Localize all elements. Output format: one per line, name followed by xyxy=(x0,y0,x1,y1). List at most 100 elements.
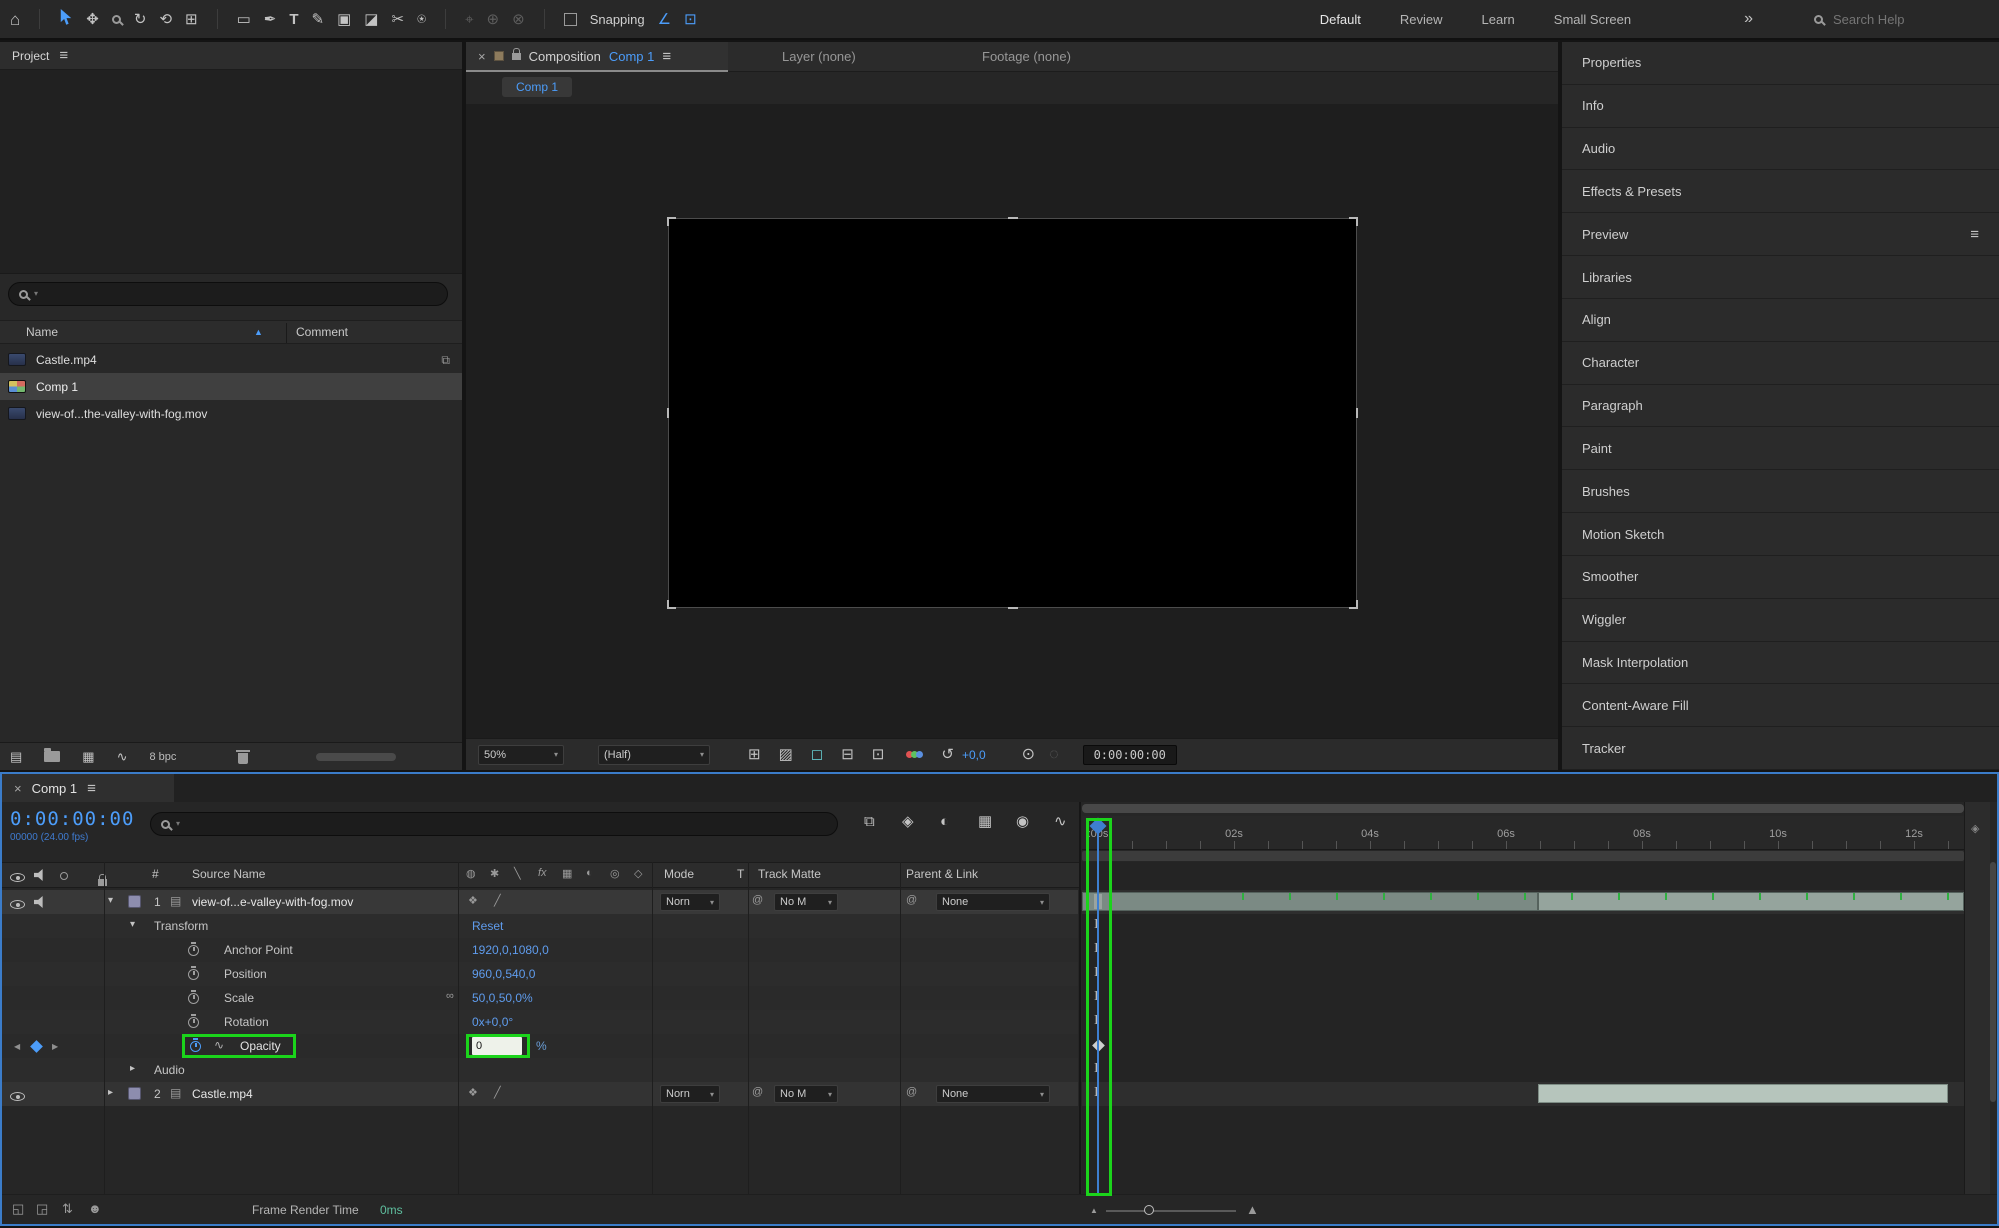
expression-graph-icon[interactable]: ∿ xyxy=(214,1039,224,1051)
pixel-aspect-correction-icon[interactable]: ⊡ xyxy=(872,747,885,762)
column-t[interactable]: T xyxy=(737,867,744,881)
project-search-box[interactable]: ▾ xyxy=(8,282,448,306)
stopwatch-icon[interactable] xyxy=(188,993,199,1004)
panel-tab-preview[interactable]: Preview≡ xyxy=(1562,213,1999,256)
workspace-tab-review[interactable]: Review xyxy=(1400,12,1443,27)
footage-tab[interactable]: Footage (none) xyxy=(982,49,1071,64)
timeline-zoom-handle[interactable] xyxy=(1144,1205,1154,1215)
column-parent-link[interactable]: Parent & Link xyxy=(906,867,978,881)
panel-tab-paragraph[interactable]: Paragraph xyxy=(1562,385,1999,428)
layer-expand-caret-icon[interactable]: ▾ xyxy=(108,896,113,906)
comp-handle[interactable] xyxy=(667,600,669,609)
group-expand-caret-icon[interactable]: ▾ xyxy=(130,920,135,930)
timeline-navigator-bar[interactable] xyxy=(1082,804,1964,813)
parent-pickwhip-icon[interactable]: @ xyxy=(906,895,917,906)
stopwatch-icon[interactable] xyxy=(188,1017,199,1028)
panel-tab-content-aware-fill[interactable]: Content-Aware Fill xyxy=(1562,684,1999,727)
stopwatch-icon[interactable] xyxy=(188,969,199,980)
panel-tab-properties[interactable]: Properties xyxy=(1562,42,1999,85)
panel-tab-paint[interactable]: Paint xyxy=(1562,427,1999,470)
panel-tab-effects-presets[interactable]: Effects & Presets xyxy=(1562,170,1999,213)
close-tab-icon[interactable]: × xyxy=(478,50,486,63)
puppet-pin-tool-icon[interactable]: ⍟ xyxy=(417,12,426,27)
timeline-search-box[interactable]: ▾ xyxy=(150,812,838,836)
region-of-interest-icon[interactable]: ⊟ xyxy=(841,747,854,762)
stopwatch-icon[interactable] xyxy=(188,945,199,956)
panel-tab-audio[interactable]: Audio xyxy=(1562,128,1999,171)
timeline-zoom-in-icon[interactable]: ▲ xyxy=(1246,1202,1259,1217)
close-tab-icon[interactable]: × xyxy=(14,782,22,795)
composition-tab[interactable]: × Composition Comp 1 ≡ xyxy=(466,42,728,72)
collapse-transformations-toggle-icon[interactable]: ❖ xyxy=(468,896,478,907)
snap-beyond-edges-icon[interactable]: ∠ xyxy=(658,12,671,27)
add-keyframe-icon[interactable] xyxy=(30,1040,43,1053)
timeline-zoom-out-icon[interactable]: ▲ xyxy=(1090,1206,1098,1215)
scale-value[interactable]: 50,0,50,0% xyxy=(472,991,533,1005)
zoom-tool-icon[interactable] xyxy=(112,15,121,24)
track-matte-dropdown[interactable]: No M▾ xyxy=(774,893,838,911)
timeline-tab-comp1[interactable]: × Comp 1 ≡ xyxy=(2,774,174,802)
rotation-label[interactable]: Rotation xyxy=(224,1015,269,1029)
project-panel-tab[interactable]: Project ≡ xyxy=(0,42,462,70)
scale-label[interactable]: Scale xyxy=(224,991,254,1005)
current-time-display[interactable]: 0:00:00:00 xyxy=(10,808,134,830)
comp-chip[interactable]: Comp 1 xyxy=(502,77,572,97)
layer-visibility-icon[interactable] xyxy=(10,900,25,909)
panel-menu-icon[interactable]: ≡ xyxy=(1970,227,1979,242)
viewer-canvas[interactable] xyxy=(466,104,1558,738)
snap-collapsed-comps-icon[interactable]: ⊡ xyxy=(684,12,697,27)
scale-row[interactable]: Scale ∞ 50,0,50,0% xyxy=(2,986,1078,1010)
project-column-header[interactable]: Name ▲ Comment xyxy=(0,320,462,344)
panel-menu-icon[interactable]: ≡ xyxy=(662,49,671,64)
pan-behind-tool-icon[interactable]: ⊞ xyxy=(185,12,198,27)
local-axis-mode-icon[interactable]: ⌖ xyxy=(465,12,473,27)
hide-shy-layers-icon[interactable]: ◐ xyxy=(940,814,949,829)
orbit-camera-tool-icon[interactable]: ⟲ xyxy=(159,12,172,27)
new-folder-icon[interactable] xyxy=(44,751,60,762)
previous-keyframe-icon[interactable]: ◀ xyxy=(14,1042,20,1051)
quality-toggle-icon[interactable]: ╱ xyxy=(494,896,501,907)
rotation-value[interactable]: 0x+0,0° xyxy=(472,1015,513,1029)
position-row[interactable]: Position 960,0,540,0 xyxy=(2,962,1078,986)
search-options-caret-icon[interactable]: ▾ xyxy=(176,820,180,828)
rotate-tool-icon[interactable]: ↻ xyxy=(134,12,147,27)
project-item-valley[interactable]: view-of...the-valley-with-fog.mov xyxy=(0,400,462,427)
time-ruler[interactable] xyxy=(1082,816,1964,850)
lock-icon[interactable] xyxy=(512,53,521,60)
collapse-transformations-toggle-icon[interactable]: ❖ xyxy=(468,1088,478,1099)
column-mode[interactable]: Mode xyxy=(664,867,694,881)
opacity-label[interactable]: Opacity xyxy=(240,1039,281,1053)
layer-label-swatch[interactable] xyxy=(128,1087,141,1100)
panel-tab-mask-interpolation[interactable]: Mask Interpolation xyxy=(1562,642,1999,685)
panel-tab-wiggler[interactable]: Wiggler xyxy=(1562,599,1999,642)
shape-tool-icon[interactable]: ▭ xyxy=(237,12,251,27)
opacity-row[interactable]: ◀ ▶ ∿ Opacity % xyxy=(2,1034,1078,1058)
column-comment[interactable]: Comment xyxy=(296,325,348,339)
panel-tab-brushes[interactable]: Brushes xyxy=(1562,470,1999,513)
workspace-tab-default[interactable]: Default xyxy=(1320,12,1361,27)
world-axis-mode-icon[interactable]: ⊕ xyxy=(487,12,500,27)
parent-dropdown[interactable]: None▾ xyxy=(936,893,1050,911)
blend-mode-dropdown[interactable]: Norn▾ xyxy=(660,893,720,911)
panel-menu-icon[interactable]: ≡ xyxy=(87,781,96,796)
comp-handle[interactable] xyxy=(1356,600,1358,609)
anchor-point-row[interactable]: Anchor Point 1920,0,1080,0 xyxy=(2,938,1078,962)
motion-blur-icon[interactable]: ◉ xyxy=(1016,814,1029,829)
panel-tab-tracker[interactable]: Tracker xyxy=(1562,727,1999,770)
roto-brush-tool-icon[interactable]: ✂ xyxy=(391,12,404,27)
snapshot-camera-icon[interactable]: ⊙ xyxy=(1022,747,1035,763)
selection-tool[interactable] xyxy=(59,9,73,29)
home-icon[interactable]: ⌂ xyxy=(10,11,20,28)
comp-handle[interactable] xyxy=(1008,607,1018,609)
parent-pickwhip-icon[interactable]: @ xyxy=(906,1087,917,1098)
layer-label-swatch[interactable] xyxy=(128,895,141,908)
layer-audio-icon[interactable] xyxy=(34,896,46,908)
snapping-checkbox[interactable] xyxy=(564,13,577,26)
project-bit-depth[interactable]: 8 bpc xyxy=(150,751,177,763)
track-matte-dropdown[interactable]: No M▾ xyxy=(774,1085,838,1103)
transform-group-label[interactable]: Transform xyxy=(154,919,208,933)
sort-ascending-icon[interactable]: ▲ xyxy=(254,327,263,337)
eraser-tool-icon[interactable]: ◪ xyxy=(364,12,378,27)
work-area-bar[interactable] xyxy=(1082,851,1964,861)
panel-tab-align[interactable]: Align xyxy=(1562,299,1999,342)
